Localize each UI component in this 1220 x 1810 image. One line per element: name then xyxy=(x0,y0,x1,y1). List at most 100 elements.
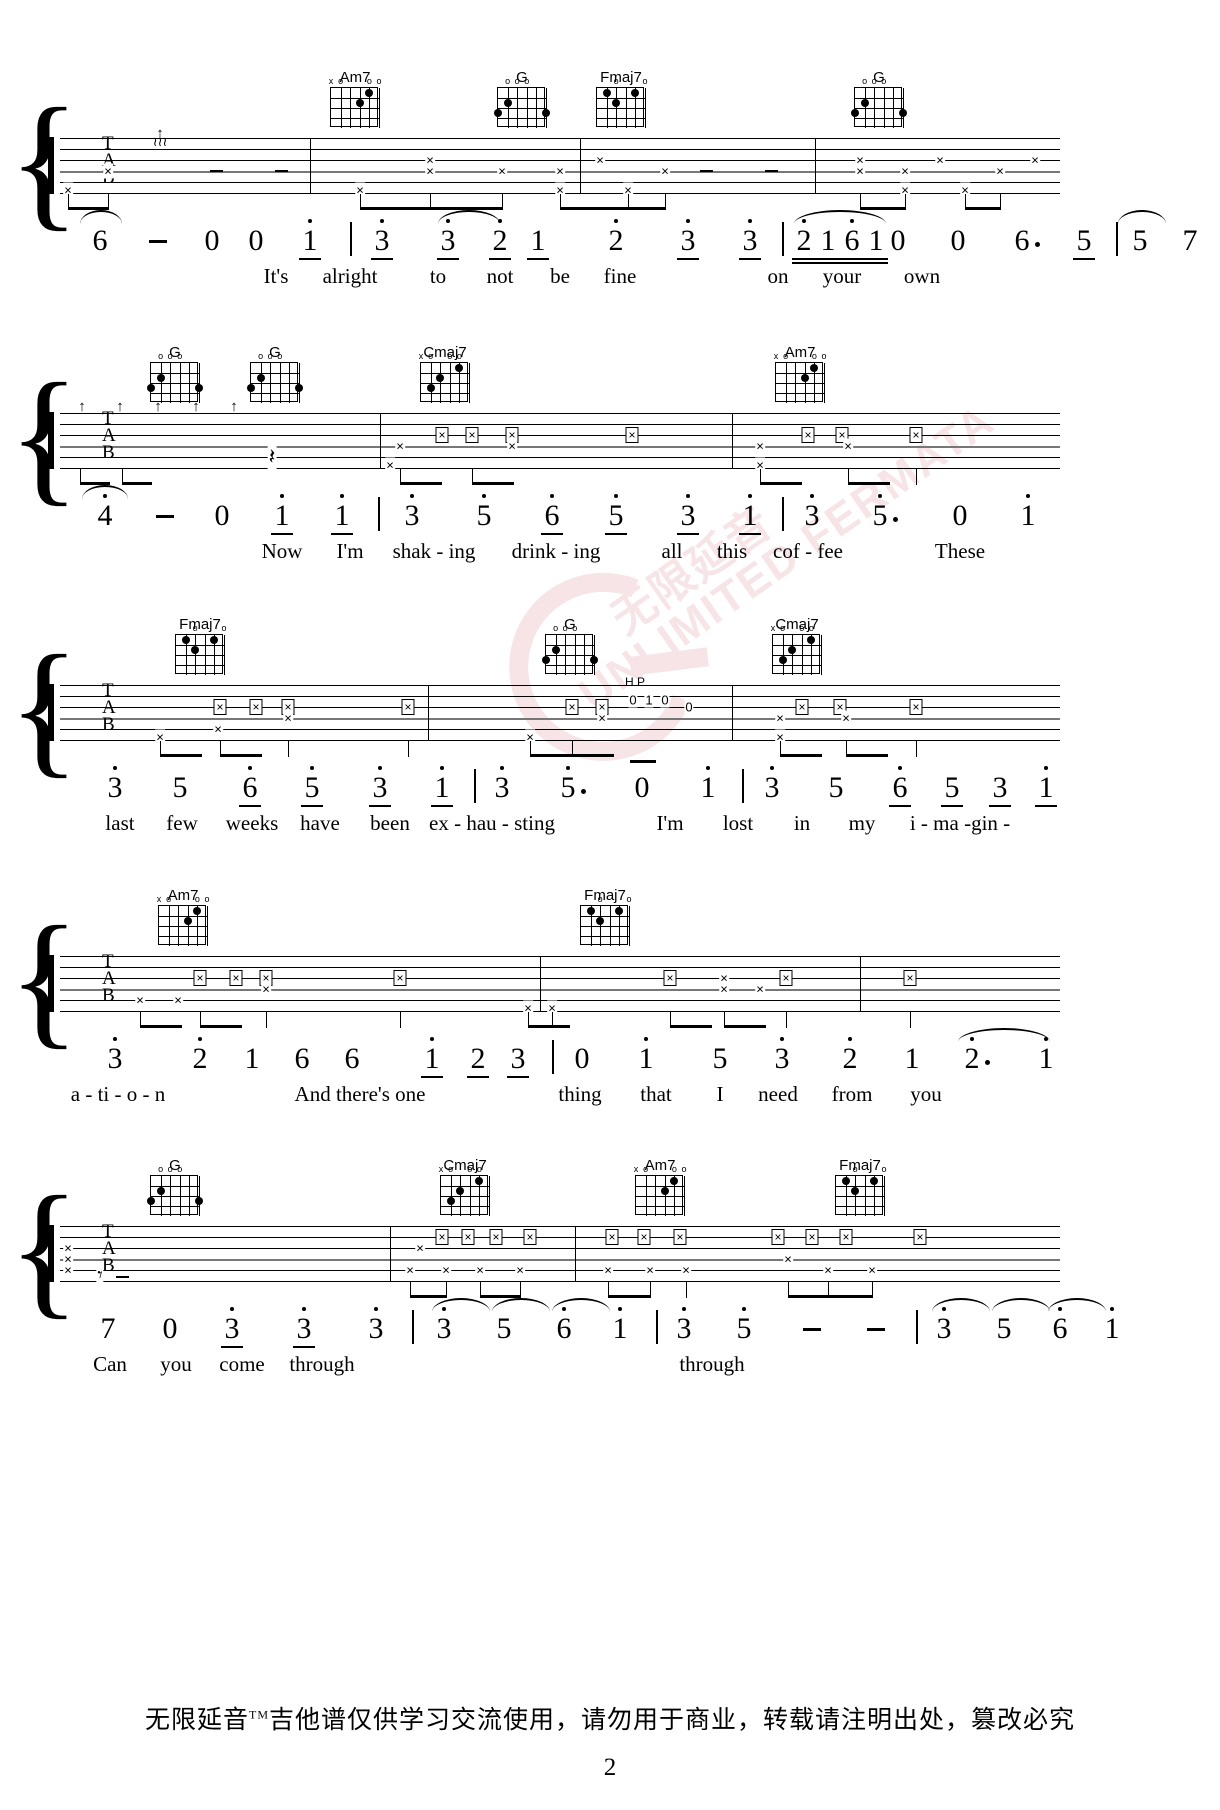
chord-open-mute-marks: oo xyxy=(835,1165,887,1175)
jianpu-note: 5 xyxy=(172,771,188,804)
jianpu-note: 3 xyxy=(368,1312,384,1345)
measure-barline xyxy=(1116,222,1118,256)
lyric-syllable: thing xyxy=(558,1082,602,1106)
boxed-mute-note: × xyxy=(805,1229,819,1245)
fret-box xyxy=(247,362,303,403)
staff-bracket xyxy=(48,684,54,741)
chord-grid: ooo xyxy=(851,77,907,129)
duration-underline xyxy=(989,805,1011,807)
mute-note: × xyxy=(843,438,853,454)
fret-line xyxy=(636,1186,684,1187)
jianpu-note: 1 xyxy=(530,224,546,257)
octave-dot xyxy=(500,766,504,770)
octave-dot xyxy=(748,494,752,498)
open-string-icon: o xyxy=(177,1164,183,1174)
note-beam xyxy=(160,754,202,757)
augmentation-dot xyxy=(1035,242,1040,247)
fret-line xyxy=(581,916,629,917)
chord-diagram-row: Fmaj7 o o Go o o Cmaj7 x o o o xyxy=(0,617,1220,679)
note-beam xyxy=(360,207,430,210)
note-extender xyxy=(149,240,167,243)
lyric-syllable: been xyxy=(370,811,410,835)
finger-dot xyxy=(800,374,809,382)
jianpu-note: 7 xyxy=(100,1312,116,1345)
fret-line xyxy=(773,645,821,646)
jianpu-note: 5 xyxy=(608,499,624,532)
jianpu-note: 2 xyxy=(964,1042,980,1075)
string-line xyxy=(469,363,470,403)
strum-up-arrow-icon: ↑ xyxy=(230,399,238,415)
boxed-mute-note: × xyxy=(909,699,923,715)
jianpu-note: 1 xyxy=(434,771,450,804)
eighth-rest-icon: 𝄾 xyxy=(96,1264,104,1288)
open-string-icon: o xyxy=(338,76,344,86)
jianpu-note: 2 xyxy=(608,224,624,257)
lyrics-row: Can you come through through xyxy=(60,1354,1160,1384)
fret-line xyxy=(159,936,207,937)
open-string-icon: o xyxy=(177,351,183,361)
lyric-syllable: I'm xyxy=(656,811,684,835)
measure-barline xyxy=(378,497,380,531)
note-stem xyxy=(916,469,917,485)
jianpu-note: 6 xyxy=(344,1042,360,1075)
note-beam xyxy=(140,1025,182,1028)
jianpu-note: 6 xyxy=(544,499,560,532)
finger-dot xyxy=(851,109,859,117)
octave-dot xyxy=(310,766,314,770)
open-string-icon: o xyxy=(881,76,887,86)
lyric-syllable: fine xyxy=(603,264,637,288)
open-string-icon: o xyxy=(267,351,273,361)
boxed-mute-note: × xyxy=(193,970,207,986)
footer-brand: 无限延音 xyxy=(144,1707,249,1734)
staff-line xyxy=(60,1248,1060,1249)
string-line xyxy=(199,1176,200,1216)
fret-line xyxy=(636,1206,684,1207)
finger-dot xyxy=(899,109,907,117)
lyric-syllable: few xyxy=(166,811,198,835)
boxed-mute-note: × xyxy=(795,699,809,715)
octave-dot xyxy=(614,219,618,223)
mute-note: × xyxy=(103,163,113,179)
chord-grid: xooo xyxy=(419,352,470,404)
staff-bracket xyxy=(48,137,54,194)
fret-line xyxy=(546,665,594,666)
duration-underline xyxy=(1073,258,1095,260)
open-string-icon: o xyxy=(514,76,520,86)
fret-box xyxy=(542,634,598,675)
finger-dot xyxy=(195,384,203,392)
lyric-syllable: a - ti - o - n xyxy=(70,1082,166,1106)
chord-open-mute-marks: oo xyxy=(580,894,632,905)
chord-diagram-am7: Am7 x o o o xyxy=(774,345,827,404)
fret-line xyxy=(498,108,546,109)
mute-note: × xyxy=(855,152,865,168)
fret-line xyxy=(176,645,224,646)
finger-dot xyxy=(436,374,445,382)
open-string-icon: o xyxy=(597,894,603,904)
mute-note: × xyxy=(261,981,271,997)
duration-underline xyxy=(271,533,293,535)
jianpu-note: 1 xyxy=(742,499,758,532)
octave-dot xyxy=(1110,1307,1114,1311)
jianpu-note: 2 xyxy=(192,1042,208,1075)
fret-line xyxy=(441,1186,489,1187)
mute-note: × xyxy=(415,1240,425,1256)
note-beam xyxy=(608,1295,650,1298)
octave-dot xyxy=(440,766,444,770)
duration-underline xyxy=(941,805,963,807)
jianpu-note: 3 xyxy=(676,1312,692,1345)
fret-box xyxy=(147,1175,203,1216)
jianpu-note: 0 xyxy=(204,224,220,257)
barline xyxy=(732,413,733,469)
barline xyxy=(732,685,733,741)
fret-line xyxy=(151,1196,199,1197)
jianpu-row: 7 0 3 3 3 3 5 6 1 3 5 3 5 6 1 xyxy=(60,1298,1160,1354)
open-string-icon: o xyxy=(448,1164,454,1174)
duration-underline xyxy=(431,805,453,807)
mute-note: × xyxy=(841,710,851,726)
augmentation-dot xyxy=(985,1060,990,1065)
jianpu-note: 5 xyxy=(996,1312,1012,1345)
chord-open-mute-marks: oo xyxy=(175,624,227,634)
measure-barline xyxy=(782,222,784,256)
finger-dot xyxy=(494,109,502,117)
chord-diagram-fmaj7: Fmaj7 o o xyxy=(175,617,227,676)
